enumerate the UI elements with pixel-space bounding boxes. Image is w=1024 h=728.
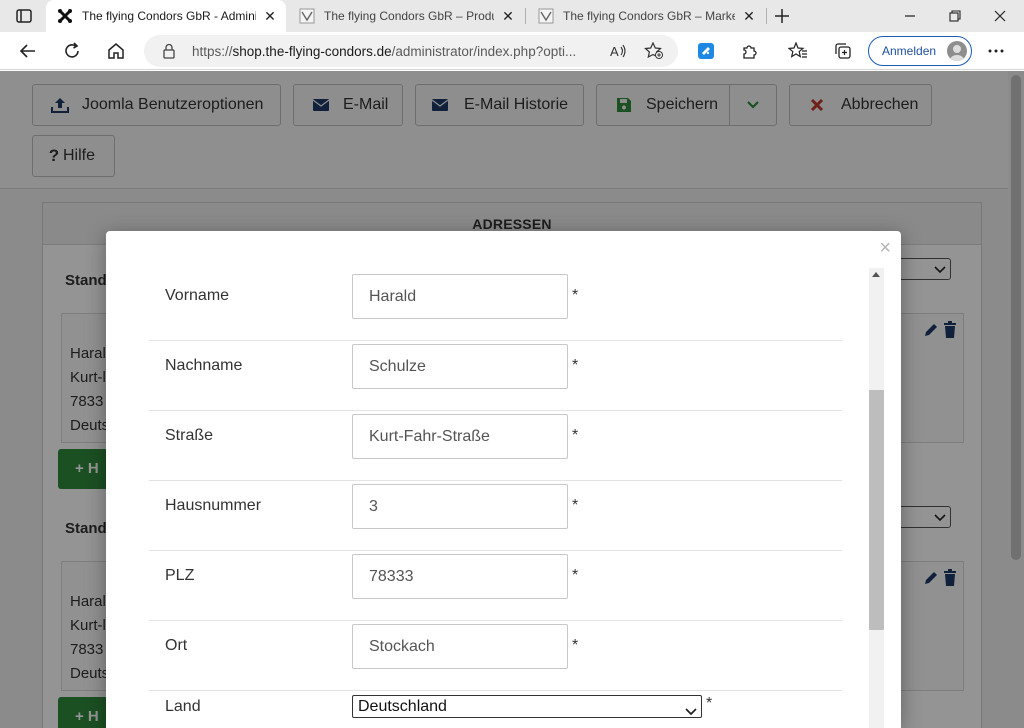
- add-favorite-icon[interactable]: [644, 41, 664, 65]
- close-icon[interactable]: ×: [879, 237, 891, 259]
- tab-marketplace[interactable]: The flying Condors GbR – Marketplace ✕: [527, 0, 765, 32]
- address-edit-modal: × Vorname * Nachname * Straße * Hausnumm…: [106, 231, 901, 728]
- field-label: Land: [165, 698, 201, 715]
- tab-separator: [525, 8, 526, 24]
- signin-label: Anmelden: [882, 44, 937, 58]
- close-icon[interactable]: ✕: [500, 8, 516, 24]
- nachname-input[interactable]: [352, 344, 568, 389]
- form-row-plz: PLZ *: [149, 551, 842, 621]
- field-label: Ort: [165, 637, 188, 654]
- form-row-vorname: Vorname *: [149, 271, 842, 341]
- svg-text:A: A: [610, 44, 619, 59]
- field-label: PLZ: [165, 567, 195, 584]
- read-aloud-icon[interactable]: A: [610, 43, 628, 64]
- required-marker: *: [572, 287, 579, 304]
- extension-icon[interactable]: [696, 41, 716, 61]
- form-row-nachname: Nachname *: [149, 341, 842, 411]
- close-icon[interactable]: ✕: [262, 8, 278, 24]
- back-icon[interactable]: [18, 41, 38, 61]
- favorites-icon[interactable]: [788, 41, 808, 61]
- home-icon[interactable]: [106, 41, 126, 61]
- tab-separator: [766, 8, 767, 24]
- restore-icon[interactable]: [945, 6, 965, 26]
- field-label: Straße: [165, 427, 214, 444]
- tab-administration[interactable]: The flying Condors GbR - Administration …: [46, 0, 286, 32]
- avatar: [947, 41, 967, 61]
- form-row-hausnummer: Hausnummer *: [149, 481, 842, 551]
- window-close-icon[interactable]: [990, 6, 1010, 26]
- form-row-land: Land Deutschland *: [149, 681, 842, 728]
- lock-icon[interactable]: [162, 43, 176, 64]
- more-icon[interactable]: [986, 41, 1006, 61]
- scroll-up-arrow-icon[interactable]: [872, 272, 880, 277]
- minimize-icon[interactable]: [900, 6, 920, 26]
- field-label: Nachname: [165, 357, 243, 374]
- field-label: Hausnummer: [165, 497, 262, 514]
- required-marker: *: [572, 427, 579, 444]
- browser-favicon-icon: [298, 7, 316, 25]
- hausnummer-input[interactable]: [352, 484, 568, 529]
- joomla-icon: [56, 7, 74, 25]
- modal-scrollbar-thumb[interactable]: [869, 390, 884, 630]
- required-marker: *: [572, 637, 579, 654]
- ort-input[interactable]: [352, 624, 568, 669]
- tab-actions-icon[interactable]: [10, 7, 38, 25]
- chevron-down-icon: [685, 701, 697, 722]
- required-marker: *: [706, 695, 713, 712]
- required-marker: *: [572, 497, 579, 514]
- tab-title: The flying Condors GbR - Administration: [82, 9, 256, 23]
- reload-icon[interactable]: [62, 41, 82, 61]
- url-text[interactable]: https://shop.the-flying-condors.de/admin…: [192, 44, 602, 59]
- required-marker: *: [572, 567, 579, 584]
- strasse-input[interactable]: [352, 414, 568, 459]
- new-tab-icon[interactable]: [772, 6, 792, 26]
- land-select[interactable]: Deutschland: [352, 695, 702, 718]
- browser-favicon-icon: [537, 7, 555, 25]
- url-bar[interactable]: https://shop.the-flying-condors.de/admin…: [144, 35, 678, 67]
- tab-title: The flying Condors GbR – Marketplace: [563, 9, 735, 23]
- browser-address-bar: https://shop.the-flying-condors.de/admin…: [0, 32, 1024, 70]
- modal-scrollbar[interactable]: [869, 268, 884, 728]
- close-icon[interactable]: ✕: [741, 8, 757, 24]
- collections-icon[interactable]: [833, 41, 853, 61]
- puzzle-icon[interactable]: [740, 41, 760, 61]
- land-selected-value: Deutschland: [358, 698, 447, 715]
- form-row-strasse: Straße *: [149, 411, 842, 481]
- required-marker: *: [572, 357, 579, 374]
- tab-title: The flying Condors GbR – Produkte: [324, 9, 494, 23]
- plz-input[interactable]: [352, 554, 568, 599]
- tab-produkte[interactable]: The flying Condors GbR – Produkte ✕: [288, 0, 524, 32]
- vorname-input[interactable]: [352, 274, 568, 319]
- browser-tab-bar: The flying Condors GbR - Administration …: [0, 0, 1024, 32]
- field-label: Vorname: [165, 287, 230, 304]
- signin-button[interactable]: Anmelden: [868, 36, 972, 66]
